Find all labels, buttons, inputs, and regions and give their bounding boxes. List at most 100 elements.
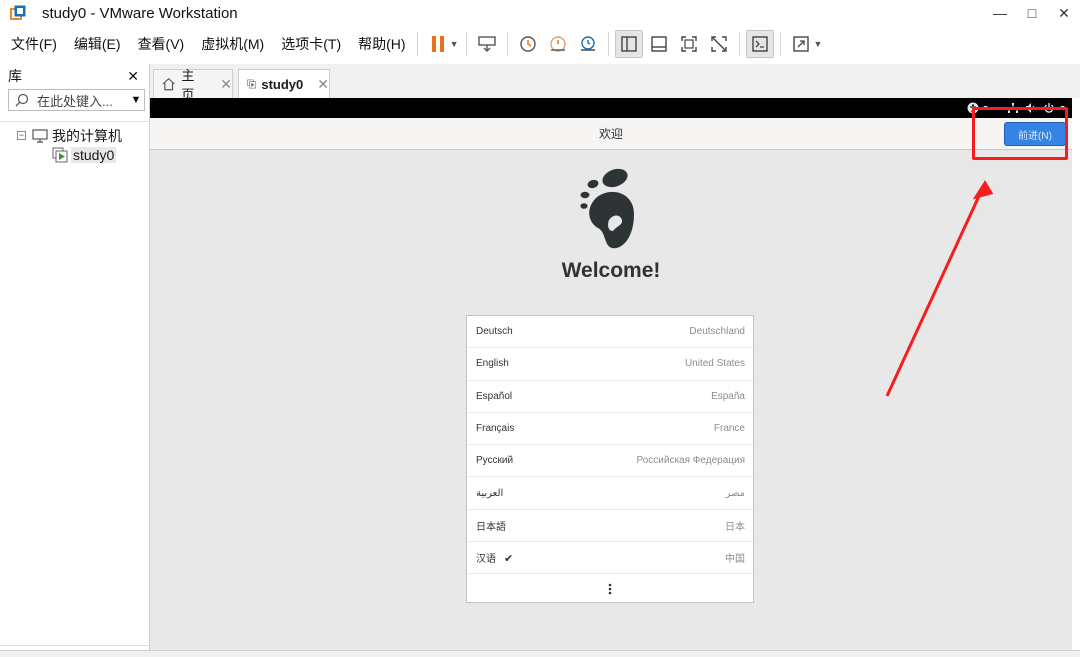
- vmware-logo-icon: [10, 5, 26, 21]
- tab-strip: 主页 ✕ study0 ✕: [150, 64, 1080, 102]
- close-tab-icon[interactable]: ✕: [317, 76, 329, 93]
- stretch-icon: [793, 36, 810, 52]
- collapse-icon[interactable]: −: [17, 131, 26, 140]
- menu-edit[interactable]: 编辑(E): [63, 34, 127, 54]
- header-title: 欢迎: [598, 127, 623, 141]
- menu-toolbar: 文件(F) 编辑(E) 查看(V) 虚拟机(M) 选项卡(T) 帮助(H) ▼ …: [0, 26, 1080, 62]
- home-icon: [162, 77, 175, 91]
- language-list: Deutsch Deutschland English United State…: [466, 315, 754, 603]
- status-bar: [0, 650, 1080, 657]
- unity-button[interactable]: [705, 30, 733, 58]
- welcome-heading: Welcome!: [561, 259, 661, 282]
- vm-tree: − 我的计算机 study0: [0, 121, 149, 646]
- toolbar-divider: [608, 32, 610, 56]
- language-name: 日本語: [476, 521, 506, 533]
- computer-icon: [32, 128, 48, 143]
- tree-label-vm: study0: [71, 146, 117, 163]
- send-ctrl-alt-del-button[interactable]: [473, 30, 501, 58]
- close-library-icon[interactable]: ✕: [127, 68, 139, 85]
- thumbnail-bar-icon: [651, 36, 668, 52]
- pause-dropdown-icon[interactable]: ▼: [450, 39, 459, 49]
- language-row[interactable]: Русский Российская Федерация: [467, 445, 753, 478]
- language-region: 中国: [725, 554, 745, 566]
- language-name: العربية: [476, 487, 504, 499]
- gnome-foot-logo-icon: [580, 168, 634, 249]
- snapshot-manager-button[interactable]: [574, 30, 602, 58]
- full-screen-icon: [681, 36, 698, 52]
- vm-console[interactable]: ▼ ▼ 欢迎 前进(N) Welcome! Deutsch Deutschlan…: [150, 98, 1072, 650]
- search-dropdown-icon[interactable]: ▼: [128, 94, 144, 106]
- vm-running-icon: [247, 79, 257, 89]
- language-region: España: [711, 390, 745, 402]
- language-name-wrap: 汉语 ✔: [476, 550, 513, 565]
- language-name: Español: [476, 390, 513, 402]
- pause-icon: [431, 36, 444, 52]
- tab-study0[interactable]: study0 ✕: [238, 69, 330, 98]
- annotation-highlight-box: [972, 107, 1068, 160]
- library-title: 库: [8, 68, 22, 84]
- tab-home[interactable]: 主页 ✕: [153, 68, 233, 102]
- menu-tabs[interactable]: 选项卡(T): [270, 34, 347, 54]
- search-icon: [15, 93, 29, 107]
- language-row-selected[interactable]: 汉语 ✔ 中国: [467, 542, 753, 575]
- window-title: study0 - VMware Workstation: [42, 4, 238, 22]
- stretch-dropdown-icon[interactable]: ▼: [813, 39, 822, 49]
- menu-vm[interactable]: 虚拟机(M): [190, 34, 270, 54]
- unity-mode-icon: [711, 36, 728, 52]
- toolbar-divider: [416, 32, 418, 56]
- more-languages-button[interactable]: [467, 574, 753, 604]
- language-region: 日本: [725, 521, 745, 533]
- maximize-button[interactable]: □: [1016, 0, 1048, 26]
- language-row[interactable]: 日本語 日本: [467, 510, 753, 543]
- language-name: 汉语: [476, 554, 496, 566]
- show-library-button[interactable]: [615, 30, 644, 58]
- close-tab-icon[interactable]: ✕: [220, 76, 232, 93]
- minimize-button[interactable]: —: [984, 0, 1016, 26]
- library-panel: 库 ✕ 在此处键入... ▼ − 我的计算机 study0: [0, 64, 150, 657]
- checkmark-icon: ✔: [504, 553, 514, 566]
- language-region: France: [713, 423, 745, 435]
- tree-item-my-computer[interactable]: − 我的计算机: [0, 126, 149, 145]
- language-region: Deutschland: [689, 326, 745, 338]
- snapshot-clock-icon: [520, 36, 537, 52]
- window-titlebar: study0 - VMware Workstation — □ ✕: [0, 0, 1080, 26]
- revert-clock-icon: [550, 36, 567, 52]
- toolbar-divider: [466, 32, 468, 56]
- stretch-guest-button[interactable]: [787, 30, 815, 58]
- full-screen-button[interactable]: [675, 30, 703, 58]
- more-vertical-icon: [608, 584, 612, 595]
- snapshot-manager-icon: [581, 36, 596, 51]
- menu-view[interactable]: 查看(V): [127, 34, 191, 54]
- language-region: مصر: [725, 487, 745, 499]
- menu-help[interactable]: 帮助(H): [347, 34, 411, 54]
- language-name: Deutsch: [476, 326, 513, 338]
- revert-snapshot-button[interactable]: [544, 30, 572, 58]
- language-name: Русский: [476, 455, 514, 467]
- language-row[interactable]: English United States: [467, 348, 753, 381]
- toolbar-divider: [739, 32, 741, 56]
- vm-running-icon: [52, 147, 68, 162]
- pause-button[interactable]: [424, 30, 452, 58]
- tree-label-my-computer: 我的计算机: [52, 127, 122, 144]
- tree-item-vm[interactable]: study0: [52, 145, 149, 164]
- language-region: United States: [684, 358, 745, 370]
- language-row[interactable]: Deutsch Deutschland: [467, 316, 753, 349]
- language-row[interactable]: Français France: [467, 413, 753, 446]
- library-panel-icon: [621, 36, 638, 52]
- library-search-input[interactable]: 在此处键入... ▼: [8, 89, 145, 111]
- snapshot-button[interactable]: [514, 30, 542, 58]
- toolbar-divider: [507, 32, 509, 56]
- language-name: English: [476, 358, 509, 370]
- menu-file[interactable]: 文件(F): [0, 34, 63, 54]
- language-row[interactable]: العربية مصر: [467, 477, 753, 510]
- search-placeholder: 在此处键入...: [37, 93, 113, 109]
- terminal-icon: [752, 36, 769, 52]
- language-row[interactable]: Español España: [467, 381, 753, 413]
- console-view-button[interactable]: [746, 30, 775, 58]
- setup-header-bar: 欢迎 前进(N): [150, 118, 1072, 150]
- close-window-button[interactable]: ✕: [1048, 0, 1080, 26]
- tab-study0-label: study0: [261, 76, 304, 92]
- language-region: Российская Федерация: [636, 455, 745, 467]
- thumbnail-bar-button[interactable]: [645, 30, 673, 58]
- gnome-top-bar: ▼ ▼: [150, 98, 1072, 118]
